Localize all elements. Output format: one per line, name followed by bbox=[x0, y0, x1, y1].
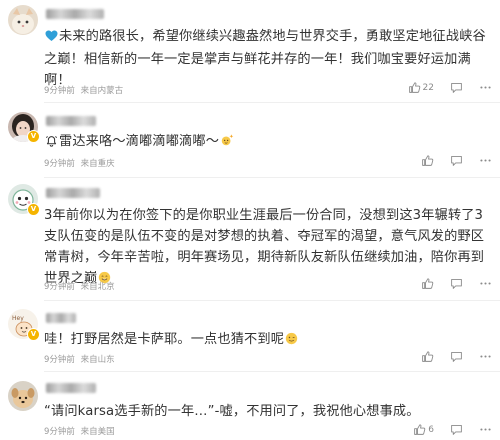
verified-badge-icon: V bbox=[27, 130, 40, 143]
more-icon[interactable] bbox=[479, 81, 492, 94]
comment-body: 哇！打野居然是卡萨耶。一点也猜不到呢 bbox=[44, 332, 285, 347]
comment-actions bbox=[421, 154, 492, 167]
comment-text: 哇！打野居然是卡萨耶。一点也猜不到呢 bbox=[44, 329, 492, 352]
comment-location: 来自内蒙古 bbox=[80, 86, 124, 96]
thumbs-up-icon[interactable] bbox=[421, 277, 434, 290]
comment-location: 来自北京 bbox=[80, 282, 115, 292]
like-count: 6 bbox=[428, 424, 434, 435]
comment-text: 雷达来咯～滴嘟滴嘟滴嘟～ bbox=[44, 131, 492, 154]
thumbs-up-icon[interactable] bbox=[421, 350, 434, 363]
comment-meta: 9分钟前 来自北京 bbox=[44, 280, 115, 292]
comment-item: V 3年前你以为在你签下的是你职业生涯最后一份合同，没想到这3年辗转了3支队伍变… bbox=[0, 177, 500, 299]
comment-meta: 9分钟前 来自重庆 bbox=[44, 157, 115, 169]
comment-actions bbox=[421, 350, 492, 363]
alarm-bell-icon bbox=[45, 133, 58, 154]
comment-item: “请问karsa选手新的一年…”-嘘，不用问了，我祝他心想事成。 9分钟前 来自… bbox=[0, 371, 500, 440]
more-icon[interactable] bbox=[479, 277, 492, 290]
comment-time: 9分钟前 bbox=[44, 282, 75, 292]
comment-body: 未来的路很长，希望你继续兴趣盎然地与世界交手，勇敢坚定地征战峡谷之巅！相信新的一… bbox=[44, 29, 486, 88]
comment-item: V 雷达来咯～滴嘟滴嘟滴嘟～ 9分钟前 来自重庆 bbox=[0, 102, 500, 178]
comment-meta: 9分钟前 来自山东 bbox=[44, 353, 115, 365]
verified-badge-icon: V bbox=[27, 203, 40, 216]
username-blurred[interactable] bbox=[46, 188, 100, 198]
more-icon[interactable] bbox=[479, 350, 492, 363]
blue-heart-icon bbox=[45, 28, 58, 49]
username-blurred[interactable] bbox=[46, 9, 104, 19]
comment-bubble-icon[interactable] bbox=[450, 81, 463, 94]
cat-avatar-icon[interactable] bbox=[8, 5, 38, 35]
comment-body: 雷达来咯～滴嘟滴嘟滴嘟～ bbox=[59, 134, 220, 149]
like-button[interactable]: 22 bbox=[408, 81, 434, 94]
more-icon[interactable] bbox=[479, 423, 492, 436]
comment-bubble-icon[interactable] bbox=[450, 277, 463, 290]
thumbs-up-icon bbox=[414, 424, 426, 435]
dog-avatar-icon[interactable] bbox=[8, 381, 38, 411]
comment-time: 9分钟前 bbox=[44, 427, 75, 437]
username-blurred[interactable] bbox=[46, 313, 76, 323]
thumbs-up-icon bbox=[408, 82, 420, 93]
comment-text: “请问karsa选手新的一年…”-嘘，不用问了，我祝他心想事成。 bbox=[44, 401, 492, 422]
comment-location: 来自重庆 bbox=[80, 159, 115, 169]
more-icon[interactable] bbox=[479, 154, 492, 167]
thumbs-up-icon[interactable] bbox=[421, 154, 434, 167]
comment-bubble-icon[interactable] bbox=[450, 154, 463, 167]
sparkle-emoji-icon bbox=[220, 133, 234, 154]
comment-time: 9分钟前 bbox=[44, 159, 75, 169]
like-count: 22 bbox=[422, 82, 434, 93]
comment-time: 9分钟前 bbox=[44, 355, 75, 365]
like-button[interactable]: 6 bbox=[413, 423, 434, 436]
username-blurred[interactable] bbox=[46, 116, 96, 126]
comment-item: Hey V 哇！打野居然是卡萨耶。一点也猜不到呢 9分钟前 来自山东 bbox=[0, 300, 500, 370]
comment-actions: 6 bbox=[413, 423, 492, 436]
comment-actions bbox=[421, 277, 492, 290]
comment-meta: 9分钟前 来自内蒙古 bbox=[44, 84, 123, 96]
svg-text:Hey: Hey bbox=[12, 315, 24, 322]
comment-meta: 9分钟前 来自美国 bbox=[44, 425, 115, 437]
comment-location: 来自美国 bbox=[80, 427, 115, 437]
comment-location: 来自山东 bbox=[80, 355, 115, 365]
comment-bubble-icon[interactable] bbox=[450, 423, 463, 436]
comment-list: 未来的路很长，希望你继续兴趣盎然地与世界交手，勇敢坚定地征战峡谷之巅！相信新的一… bbox=[0, 0, 500, 440]
comment-actions: 22 bbox=[408, 81, 492, 94]
wink-emoji-icon bbox=[285, 331, 298, 352]
username-blurred[interactable] bbox=[46, 383, 96, 393]
verified-badge-icon: V bbox=[27, 328, 40, 341]
comment-time: 9分钟前 bbox=[44, 86, 75, 96]
comment-item: 未来的路很长，希望你继续兴趣盎然地与世界交手，勇敢坚定地征战峡谷之巅！相信新的一… bbox=[0, 0, 500, 100]
comment-body: “请问karsa选手新的一年…”-嘘，不用问了，我祝他心想事成。 bbox=[44, 404, 420, 419]
comment-bubble-icon[interactable] bbox=[450, 350, 463, 363]
